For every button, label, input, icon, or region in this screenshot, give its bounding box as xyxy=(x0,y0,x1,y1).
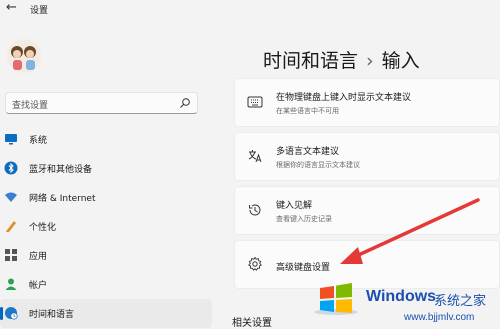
sidebar-item-label: 系统 xyxy=(29,136,48,146)
setting-card-typing-insights[interactable]: 键入见解 查看键入历史记录 xyxy=(234,186,500,235)
gear-icon xyxy=(248,256,262,271)
setting-card-physical-keyboard-suggestions[interactable]: 在物理键盘上键入时显示文本建议 在某些语言中不可用 xyxy=(234,78,500,127)
sidebar-item-label: 应用 xyxy=(29,252,48,262)
breadcrumb-current: 输入 xyxy=(381,50,420,72)
sidebar-item-bluetooth[interactable]: 蓝牙和其他设备 xyxy=(0,154,212,183)
sidebar-item-system[interactable]: 系统 xyxy=(0,125,212,154)
watermark: Windows 系统之家 www.bjjmlv.com xyxy=(300,276,500,329)
search-box[interactable]: 查找设置 xyxy=(5,92,198,114)
search-input[interactable]: 查找设置 xyxy=(12,98,48,111)
watermark-site-name: 系统之家 xyxy=(434,294,487,309)
card-title: 在物理键盘上键入时显示文本建议 xyxy=(276,93,412,103)
multilingual-icon xyxy=(248,150,262,163)
sidebar-item-label: 个性化 xyxy=(29,223,57,233)
card-subtitle: 在某些语言中不可用 xyxy=(276,107,339,115)
sidebar-item-apps[interactable]: 应用 xyxy=(0,241,212,270)
user-icon xyxy=(5,278,17,290)
card-subtitle: 查看键入历史记录 xyxy=(276,215,332,223)
sidebar-item-label: 时间和语言 xyxy=(29,310,75,320)
card-subtitle: 根据你的语言显示文本建议 xyxy=(276,161,360,169)
sidebar-item-time-language[interactable]: 时间和语言 xyxy=(0,299,212,328)
pen-icon xyxy=(6,221,16,232)
globe-clock-icon xyxy=(5,307,18,320)
card-title: 高级键盘设置 xyxy=(276,263,331,273)
monitor-icon xyxy=(5,134,17,145)
page-title: 时间和语言 › 输入 xyxy=(263,46,420,73)
windows-logo-icon xyxy=(314,283,358,315)
apps-icon xyxy=(5,249,17,261)
user-avatar[interactable] xyxy=(6,38,42,74)
history-icon xyxy=(249,204,261,216)
breadcrumb-separator: › xyxy=(366,50,374,72)
related-settings-heading: 相关设置 xyxy=(232,318,272,329)
card-title: 键入见解 xyxy=(276,201,313,211)
sidebar-item-network[interactable]: 网络 & Internet xyxy=(0,183,212,212)
window-title: 设置 xyxy=(30,6,49,16)
sidebar-item-label: 帐户 xyxy=(29,281,48,291)
bluetooth-icon xyxy=(4,161,18,175)
sidebar-item-accounts[interactable]: 帐户 xyxy=(0,270,212,299)
sidebar-item-label: 蓝牙和其他设备 xyxy=(29,165,93,175)
watermark-brand: Windows xyxy=(366,288,437,305)
watermark-url: www.bjjmlv.com xyxy=(404,312,475,323)
keyboard-icon xyxy=(247,96,263,108)
breadcrumb-parent[interactable]: 时间和语言 xyxy=(263,50,358,72)
title-bar: ← 设置 xyxy=(0,0,500,20)
card-title: 多语言文本建议 xyxy=(276,147,340,157)
back-button[interactable]: ← xyxy=(6,0,17,15)
sidebar-item-personalization[interactable]: 个性化 xyxy=(0,212,212,241)
search-icon[interactable] xyxy=(179,97,191,109)
wifi-icon xyxy=(5,192,17,202)
sidebar-nav: 系统 蓝牙和其他设备 网络 & Internet 个性化 应用 帐户 时间和语言 xyxy=(0,125,212,328)
sidebar-item-label: 网络 & Internet xyxy=(29,194,96,204)
setting-card-multilingual-suggestions[interactable]: 多语言文本建议 根据你的语言显示文本建议 xyxy=(234,132,500,181)
